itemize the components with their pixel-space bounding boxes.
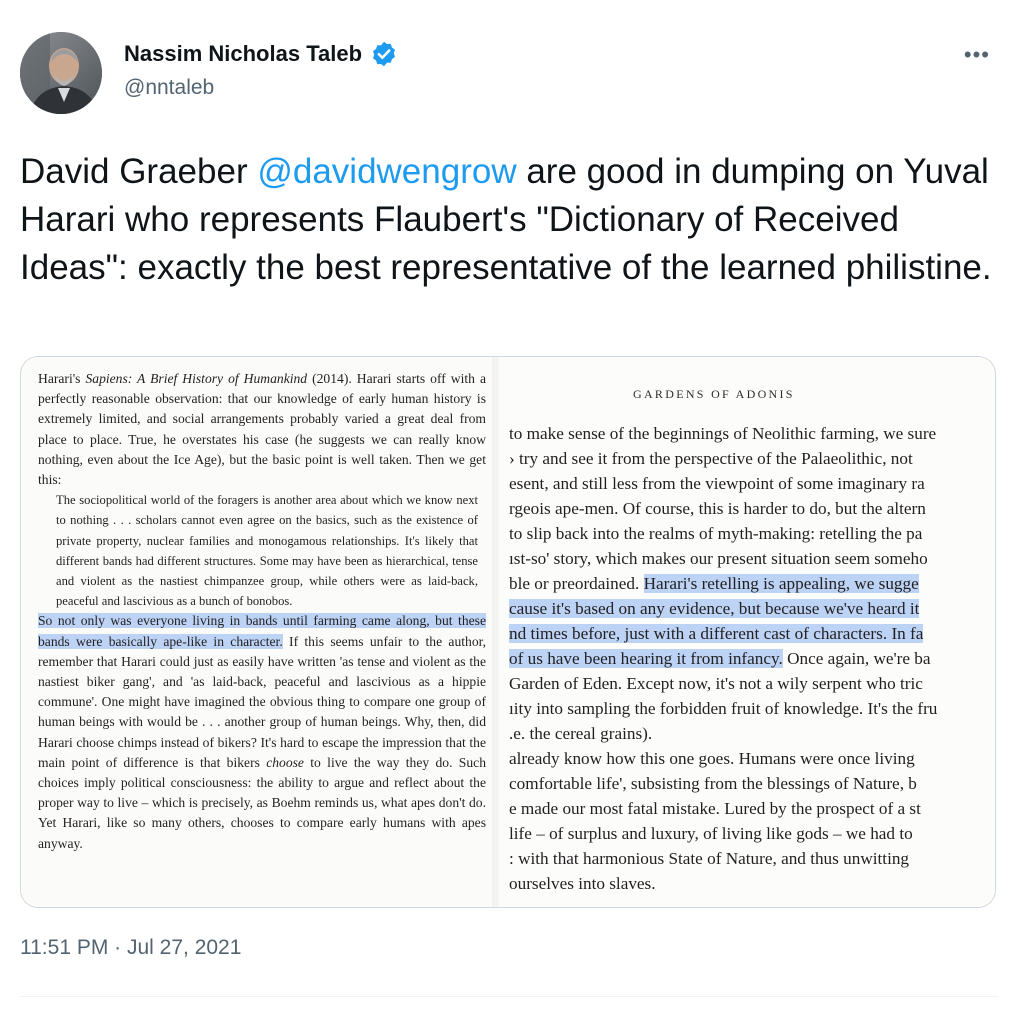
right-page-text: to make sense of the beginnings of Neoli…: [509, 421, 995, 896]
line-text: to make sense of the beginnings of Neoli…: [509, 424, 937, 443]
line-text: ıity into sampling the forbidden fruit o…: [509, 699, 938, 718]
line-text: ıst-so' story, which makes our present s…: [509, 549, 928, 568]
line-text: esent, and still less from the viewpoint…: [509, 474, 925, 493]
divider: [20, 996, 998, 997]
highlighted-passage: of us have been hearing it from infancy.: [509, 649, 783, 668]
tweet-timestamp[interactable]: 11:51 PM · Jul 27, 2021: [20, 936, 241, 960]
intro-rest: (2014). Harari starts off with a perfect…: [38, 371, 486, 488]
line-text: Garden of Eden. Except now, it's not a w…: [509, 674, 923, 693]
line-text: life – of surplus and luxury, of living …: [509, 824, 913, 843]
book-line: already know how this one goes. Humans w…: [509, 746, 995, 771]
author-name-row: Nassim Nicholas Taleb: [124, 40, 398, 68]
book-line: to make sense of the beginnings of Neoli…: [509, 421, 995, 446]
line-text: Once again, we're ba: [782, 649, 931, 668]
book-line: .e. the cereal grains).: [509, 721, 995, 746]
line-text: already know how this one goes. Humans w…: [509, 749, 915, 768]
profile-photo-icon: [20, 32, 102, 114]
tweet-media-image[interactable]: Harari's Sapiens: A Brief History of Hum…: [20, 356, 996, 908]
book-line: Garden of Eden. Except now, it's not a w…: [509, 671, 995, 696]
mention-link[interactable]: @davidwengrow: [257, 152, 516, 191]
highlighted-passage: cause it's based on any evidence, but be…: [509, 599, 920, 618]
book-title: Sapiens: A Brief History of Humankind: [85, 371, 308, 386]
tweet-text-part: David Graeber: [20, 152, 258, 191]
book-line: rgeois ape-men. Of course, this is harde…: [509, 496, 995, 521]
book-line: of us have been hearing it from infancy.…: [509, 646, 995, 671]
running-head: GARDENS OF ADONIS: [633, 387, 795, 401]
line-text: .e. the cereal grains).: [509, 724, 653, 743]
block-quote: The sociopolitical world of the foragers…: [56, 493, 478, 609]
book-line: › try and see it from the perspective of…: [509, 446, 995, 471]
intro-paragraph: Harari's Sapiens: A Brief History of Hum…: [38, 369, 486, 490]
highlighted-passage: Harari's retelling is appealing, we sugg…: [643, 574, 919, 593]
book-line: cause it's based on any evidence, but be…: [509, 596, 995, 621]
book-line: ıity into sampling the forbidden fruit o…: [509, 696, 995, 721]
book-line: to slip back into the realms of myth-mak…: [509, 521, 995, 546]
author-handle[interactable]: @nntaleb: [124, 76, 214, 100]
line-text: to slip back into the realms of myth-mak…: [509, 524, 923, 543]
verified-badge-icon: [373, 41, 395, 67]
book-line: comfortable life', subsisting from the b…: [509, 771, 995, 796]
book-line: ıst-so' story, which makes our present s…: [509, 546, 995, 571]
line-text: : with that harmonious State of Nature, …: [509, 849, 910, 868]
line-text: ourselves into slaves.: [509, 874, 656, 893]
line-text: e made our most fatal mistake. Lured by …: [509, 799, 921, 818]
line-text: rgeois ape-men. Of course, this is harde…: [509, 499, 926, 518]
line-text: › try and see it from the perspective of…: [509, 449, 913, 468]
more-horizontal-icon[interactable]: •••: [964, 42, 990, 68]
tweet-text: David Graeber @davidwengrow are good in …: [20, 148, 1000, 292]
book-line: ble or preordained. Harari's retelling i…: [509, 571, 995, 596]
book-line: ourselves into slaves.: [509, 871, 995, 896]
line-text: comfortable life', subsisting from the b…: [509, 774, 917, 793]
book-line: : with that harmonious State of Nature, …: [509, 846, 995, 871]
book-line: e made our most fatal mistake. Lured by …: [509, 796, 995, 821]
book-line: esent, and still less from the viewpoint…: [509, 471, 995, 496]
emphasis-word: choose: [266, 754, 304, 770]
intro-prefix: Harari's: [38, 371, 86, 386]
closing-text: If this seems unfair to the author, reme…: [38, 633, 486, 770]
highlighted-passage: nd times before, just with a different c…: [509, 624, 924, 643]
book-line: nd times before, just with a different c…: [509, 621, 995, 646]
book-line: life – of surplus and luxury, of living …: [509, 821, 995, 846]
closing-paragraph: So not only was everyone living in bands…: [38, 611, 486, 853]
line-text: ble or preordained.: [509, 574, 644, 593]
left-page-text: Harari's Sapiens: A Brief History of Hum…: [38, 369, 486, 854]
book-page-right: GARDENS OF ADONIS to make sense of the b…: [499, 357, 995, 907]
book-page-left: Harari's Sapiens: A Brief History of Hum…: [21, 357, 506, 907]
author-name[interactable]: Nassim Nicholas Taleb: [124, 41, 362, 67]
avatar[interactable]: [20, 32, 102, 114]
